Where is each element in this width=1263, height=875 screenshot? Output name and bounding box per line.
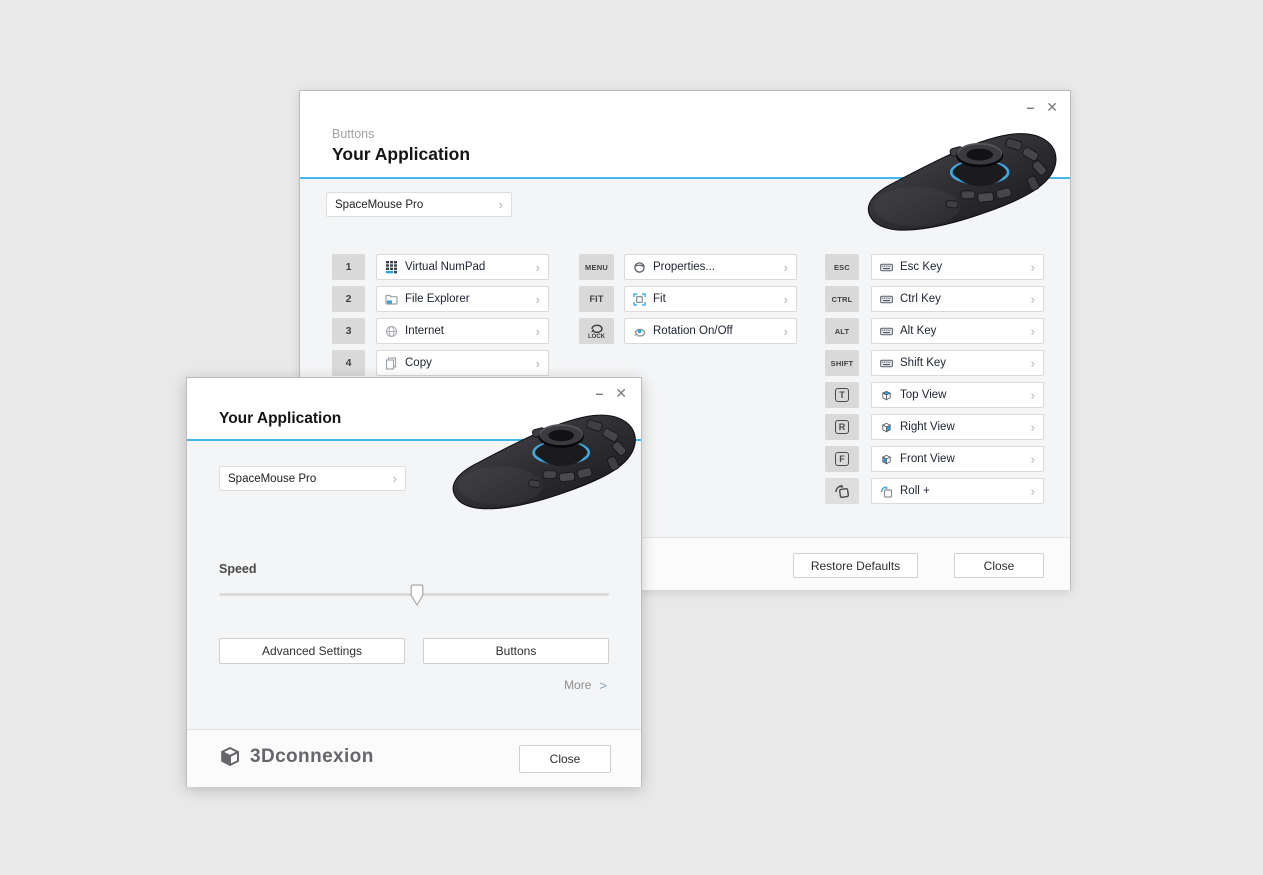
action-button-copy[interactable]: Copy › [376, 350, 549, 376]
3dconnexion-cube-icon [217, 744, 243, 770]
spacemouse-image [445, 406, 645, 524]
device-key-2: 2 [332, 286, 365, 312]
fit-icon [633, 293, 646, 306]
action-button-roll-plus[interactable]: Roll + › [871, 478, 1044, 504]
chevron-right-icon: > [599, 679, 607, 692]
close-button[interactable]: Close [954, 553, 1044, 578]
chevron-right-icon: › [1031, 293, 1035, 306]
chevron-right-icon: › [536, 325, 540, 338]
keyboard-icon [880, 293, 893, 306]
globe-icon [385, 325, 398, 338]
action-button-internet[interactable]: Internet › [376, 318, 549, 344]
numpad-icon [385, 261, 398, 274]
main-settings-window: – ✕ Your Application SpaceMouse Pro › Sp… [186, 377, 642, 787]
copy-icon [385, 357, 398, 370]
close-icon[interactable]: ✕ [615, 386, 627, 400]
action-button-file-explorer[interactable]: File Explorer › [376, 286, 549, 312]
brand-logo: 3Dconnexion [217, 744, 374, 770]
cube-front-view-icon [880, 453, 893, 466]
chevron-right-icon: › [1031, 389, 1035, 402]
action-button-right-view[interactable]: Right View › [871, 414, 1044, 440]
page-title: Your Application [219, 410, 341, 428]
rotation-icon [633, 325, 646, 338]
device-key-1: 1 [332, 254, 365, 280]
more-link[interactable]: More > [564, 678, 607, 692]
restore-defaults-button[interactable]: Restore Defaults [793, 553, 918, 578]
chevron-right-icon: › [1031, 453, 1035, 466]
chevron-right-icon: › [536, 261, 540, 274]
properties-icon [633, 261, 646, 274]
action-button-esc-key[interactable]: Esc Key › [871, 254, 1044, 280]
action-button-shift-key[interactable]: Shift Key › [871, 350, 1044, 376]
action-button-top-view[interactable]: Top View › [871, 382, 1044, 408]
chevron-right-icon: › [1031, 357, 1035, 370]
advanced-settings-button[interactable]: Advanced Settings [219, 638, 405, 664]
chevron-right-icon: › [784, 293, 788, 306]
device-key-fit: FIT [579, 286, 614, 312]
close-icon[interactable]: ✕ [1046, 100, 1058, 114]
device-key-alt: ALT [825, 318, 859, 344]
device-key-rotation-lock: LOCK [579, 318, 614, 344]
device-key-f: F [825, 446, 859, 472]
chevron-right-icon: › [536, 357, 540, 370]
device-key-t: T [825, 382, 859, 408]
action-button-front-view[interactable]: Front View › [871, 446, 1044, 472]
rotation-lock-icon [590, 323, 604, 334]
buttons-button[interactable]: Buttons [423, 638, 609, 664]
cube-right-view-icon [880, 421, 893, 434]
device-key-shift: SHIFT [825, 350, 859, 376]
action-button-fit[interactable]: Fit › [624, 286, 797, 312]
spacemouse-image [860, 126, 1066, 244]
device-key-roll [825, 478, 859, 504]
device-key-4: 4 [332, 350, 365, 376]
action-button-properties[interactable]: Properties... › [624, 254, 797, 280]
action-button-rotation-onoff[interactable]: Rotation On/Off › [624, 318, 797, 344]
keyboard-icon [880, 357, 893, 370]
action-button-ctrl-key[interactable]: Ctrl Key › [871, 286, 1044, 312]
chevron-right-icon: › [784, 325, 788, 338]
device-select[interactable]: SpaceMouse Pro › [219, 466, 406, 491]
device-key-r: R [825, 414, 859, 440]
action-button-alt-key[interactable]: Alt Key › [871, 318, 1044, 344]
chevron-right-icon: › [1031, 261, 1035, 274]
cube-top-view-icon [880, 389, 893, 402]
roll-key-icon [834, 483, 850, 499]
breadcrumb: Buttons [332, 127, 374, 141]
keyboard-icon [880, 261, 893, 274]
dialog-footer: 3Dconnexion Close [187, 729, 641, 787]
close-button[interactable]: Close [519, 745, 611, 773]
speed-label: Speed [219, 562, 257, 576]
slider-thumb[interactable] [409, 584, 425, 608]
device-key-esc: ESC [825, 254, 859, 280]
chevron-right-icon: › [499, 198, 503, 211]
chevron-right-icon: › [393, 472, 397, 485]
device-key-3: 3 [332, 318, 365, 344]
action-button-virtual-numpad[interactable]: Virtual NumPad › [376, 254, 549, 280]
device-key-menu: MENU [579, 254, 614, 280]
speed-slider[interactable] [219, 588, 609, 602]
keyboard-icon [880, 325, 893, 338]
chevron-right-icon: › [1031, 325, 1035, 338]
device-key-ctrl: CTRL [825, 286, 859, 312]
folder-icon [385, 293, 398, 306]
minimize-icon[interactable]: – [595, 386, 603, 400]
page-title: Your Application [332, 144, 470, 165]
device-select[interactable]: SpaceMouse Pro › [326, 192, 512, 217]
chevron-right-icon: › [784, 261, 788, 274]
chevron-right-icon: › [536, 293, 540, 306]
roll-plus-icon [880, 485, 893, 498]
chevron-right-icon: › [1031, 421, 1035, 434]
minimize-icon[interactable]: – [1026, 100, 1034, 114]
chevron-right-icon: › [1031, 485, 1035, 498]
